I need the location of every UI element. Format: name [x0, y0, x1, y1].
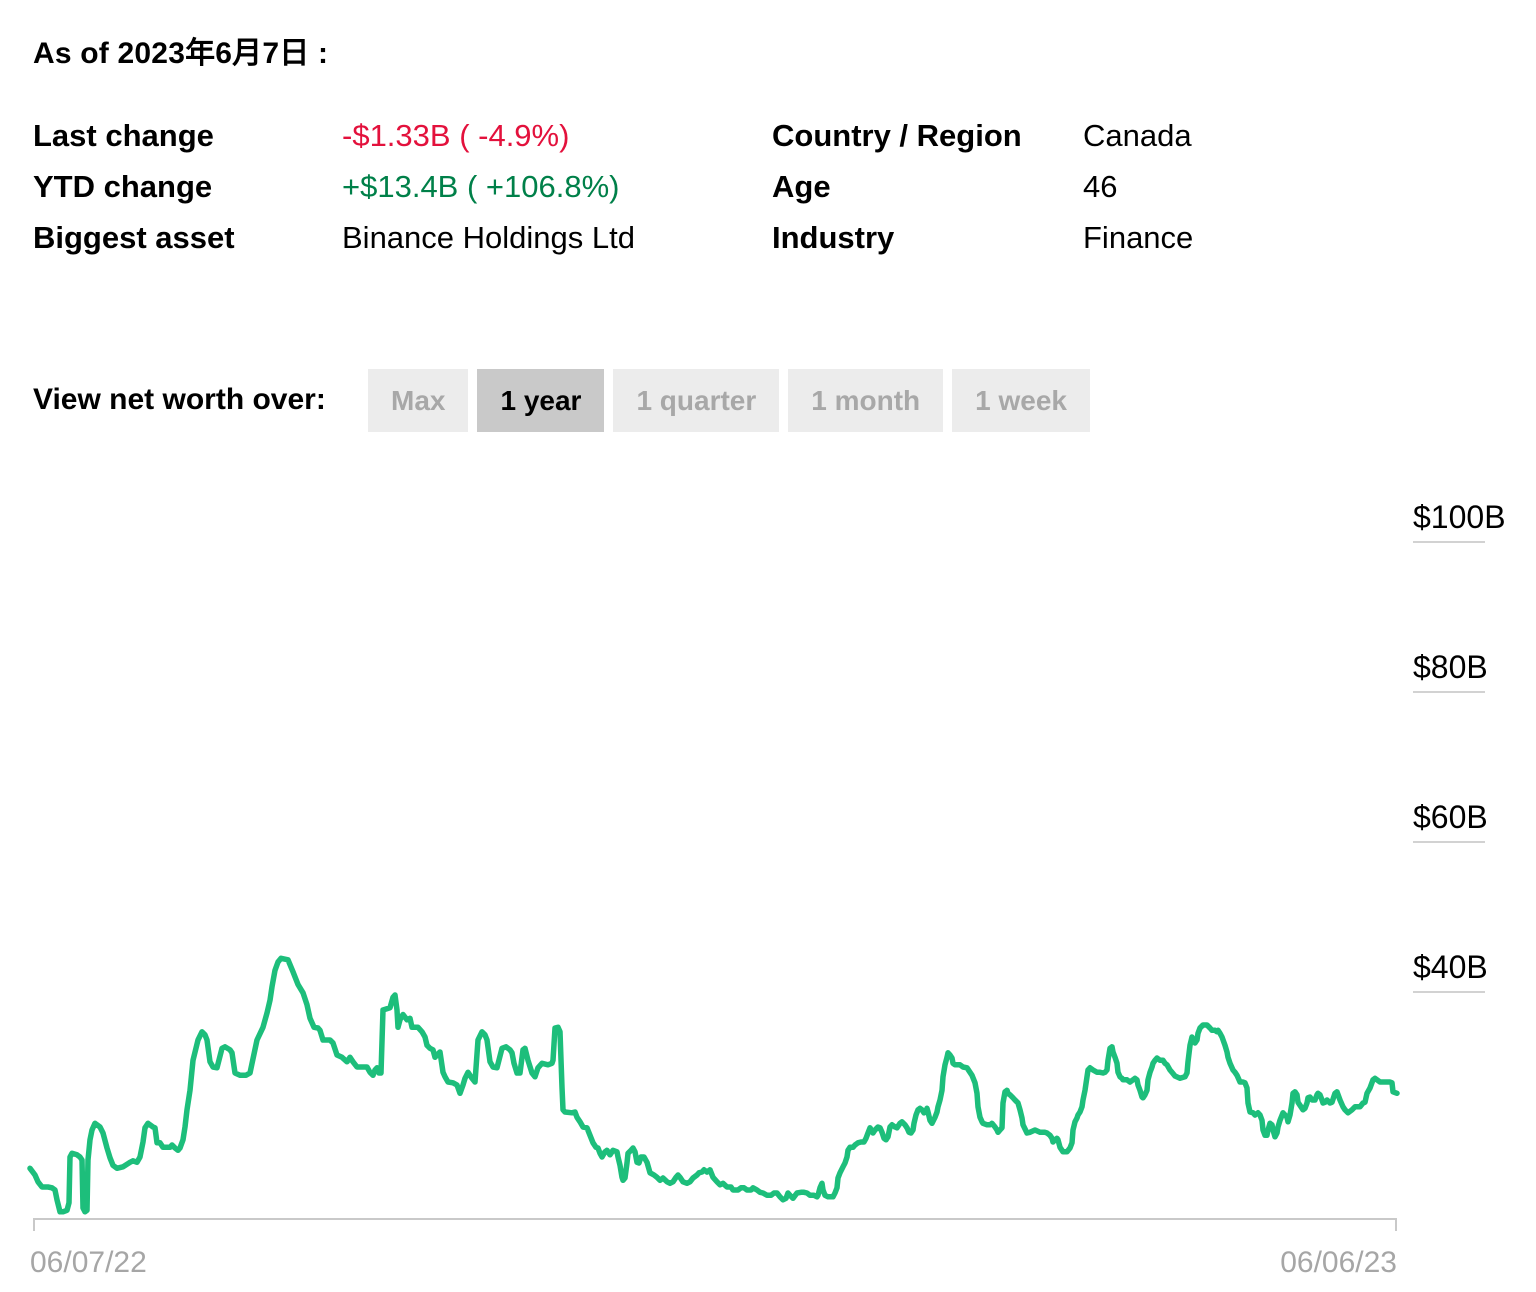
y-tick-label: $100B — [1413, 498, 1506, 536]
range-button-max[interactable]: Max — [368, 369, 468, 432]
stat-value-industry: Finance — [1083, 220, 1193, 256]
stat-label-biggest-asset: Biggest asset — [33, 220, 235, 256]
y-tick-label: $40B — [1413, 948, 1488, 986]
range-buttons: Max1 year1 quarter1 month1 week — [368, 369, 1090, 432]
view-net-worth-label: View net worth over: — [33, 383, 326, 417]
stat-value-ytd-change: +$13.4B ( +106.8%) — [342, 169, 619, 205]
y-tick-underline — [1413, 691, 1485, 693]
as-of-date: As of 2023年6月7日 : — [33, 28, 328, 72]
stat-label-ytd-change: YTD change — [33, 169, 212, 205]
range-button-1-month[interactable]: 1 month — [788, 369, 943, 432]
stat-label-industry: Industry — [772, 220, 894, 256]
stat-value-last-change: -$1.33B ( -4.9%) — [342, 118, 569, 154]
y-tick-underline — [1413, 991, 1485, 993]
x-axis-start-date: 06/07/22 — [30, 1246, 147, 1280]
x-axis-end-date: 06/06/23 — [1280, 1246, 1397, 1280]
page: { "as_of": "As of 2023年6月7日 :", "stats":… — [0, 0, 1536, 1292]
y-tick-underline — [1413, 841, 1485, 843]
y-tick-label: $60B — [1413, 798, 1488, 836]
stat-label-country-region: Country / Region — [772, 118, 1022, 154]
stats-row: Biggest asset Binance Holdings Ltd Indus… — [0, 220, 1536, 264]
networth-line — [30, 958, 1397, 1212]
range-button-1-year[interactable]: 1 year — [477, 369, 604, 432]
stats-row: Last change -$1.33B ( -4.9%) Country / R… — [0, 118, 1536, 162]
stat-label-age: Age — [772, 169, 831, 205]
range-button-1-week[interactable]: 1 week — [952, 369, 1090, 432]
stat-value-age: 46 — [1083, 169, 1117, 205]
x-axis-line — [34, 1219, 1396, 1231]
stat-value-biggest-asset: Binance Holdings Ltd — [342, 220, 635, 256]
stat-label-last-change: Last change — [33, 118, 214, 154]
y-tick-underline — [1413, 541, 1485, 543]
y-tick-label: $80B — [1413, 648, 1488, 686]
range-button-1-quarter[interactable]: 1 quarter — [613, 369, 779, 432]
stat-value-country-region: Canada — [1083, 118, 1192, 154]
stats-row: YTD change +$13.4B ( +106.8%) Age 46 — [0, 169, 1536, 213]
